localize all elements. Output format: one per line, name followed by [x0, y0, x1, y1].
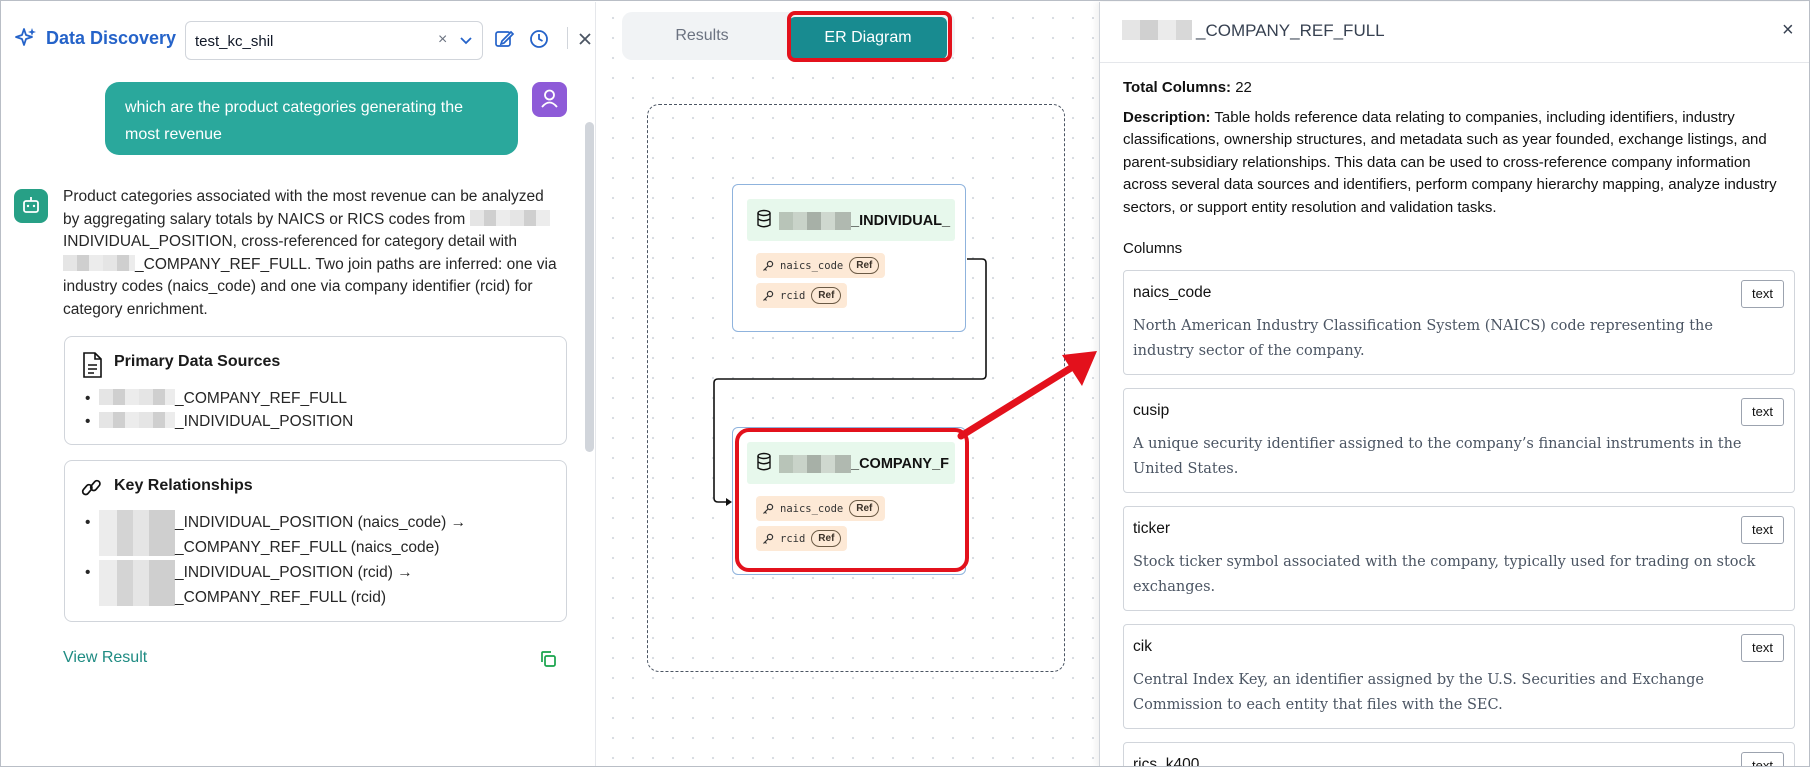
column-description: Stock ticker symbol associated with the … — [1133, 554, 1756, 595]
list-item: _INDIVIDUAL_POSITION — [85, 410, 353, 433]
table-details-panel: _COMPANY_REF_FULL × Total Columns: 22 De… — [1099, 2, 1809, 767]
database-icon — [757, 452, 771, 471]
ref-badge: Ref — [811, 287, 842, 304]
redacted-text — [779, 212, 851, 230]
project-select[interactable]: test_kc_shil × — [185, 21, 483, 60]
edit-icon[interactable] — [493, 28, 515, 50]
redacted-text — [779, 455, 851, 473]
column-description: A unique security identifier assigned to… — [1133, 436, 1742, 477]
assistant-avatar — [14, 189, 48, 223]
column-card[interactable]: ticker text Stock ticker symbol associat… — [1123, 506, 1795, 611]
entity-node[interactable]: _INDIVIDUAL_ naics_code Ref rcid Ref — [732, 184, 966, 332]
close-icon[interactable] — [574, 28, 596, 50]
chevron-down-icon[interactable] — [459, 33, 473, 47]
document-icon — [83, 352, 102, 378]
column-name: cik — [1133, 638, 1152, 655]
sparkles-icon — [15, 28, 36, 46]
link-icon — [81, 479, 101, 496]
column-type-badge: text — [1741, 752, 1784, 766]
database-icon — [757, 209, 771, 228]
column-card[interactable]: cusip text A unique security identifier … — [1123, 388, 1795, 493]
key-icon — [763, 533, 774, 544]
entity-column[interactable]: rcid Ref — [756, 283, 848, 308]
key-relationships-card: Key Relationships _INDIVIDUAL_POSITION (… — [64, 460, 567, 622]
column-type-badge: text — [1741, 398, 1784, 426]
clear-icon[interactable]: × — [438, 31, 447, 49]
redacted-text — [469, 209, 550, 226]
list-item: _INDIVIDUAL_POSITION (rcid) →_COMPANY_RE… — [85, 560, 555, 610]
toolbar-divider — [567, 27, 568, 49]
entity-column[interactable]: naics_code Ref — [756, 496, 886, 521]
relationship-list: _INDIVIDUAL_POSITION (naics_code) →_COMP… — [85, 510, 555, 610]
user-message: which are the product categories generat… — [105, 82, 518, 155]
user-icon — [541, 89, 558, 108]
table-description: Description: Table holds reference data … — [1123, 108, 1777, 216]
column-description: Central Index Key, an identifier assigne… — [1133, 672, 1704, 713]
redacted-text — [99, 412, 175, 428]
chat-toolbar: Data Discovery test_kc_shil × — [2, 2, 596, 74]
project-select-value: test_kc_shil — [195, 33, 274, 50]
column-type-badge: text — [1741, 634, 1784, 662]
entity-header: _INDIVIDUAL_ — [747, 199, 955, 241]
column-type-badge: text — [1741, 280, 1784, 308]
card-title: Primary Data Sources — [114, 353, 281, 370]
key-icon — [763, 260, 774, 271]
entity-name: _COMPANY_F — [851, 456, 950, 472]
column-name: rics_k400 — [1133, 756, 1200, 767]
ref-badge: Ref — [811, 530, 842, 547]
column-description: North American Industry Classification S… — [1133, 318, 1713, 359]
redacted-text — [99, 389, 175, 405]
entity-node[interactable]: _COMPANY_F naics_code Ref rcid Ref — [732, 427, 966, 575]
details-summary: Total Columns: 22 Description: Table hol… — [1123, 77, 1793, 219]
total-columns: Total Columns: 22 — [1123, 79, 1252, 96]
app-frame: Data Discovery test_kc_shil × which are … — [0, 0, 1810, 767]
details-title: _COMPANY_REF_FULL — [1196, 21, 1385, 40]
card-title: Key Relationships — [114, 477, 253, 494]
column-name: ticker — [1133, 520, 1171, 537]
user-avatar — [532, 82, 567, 117]
column-card[interactable]: rics_k400 text — [1123, 742, 1795, 767]
key-icon — [763, 503, 774, 514]
source-list: _COMPANY_REF_FULL _INDIVIDUAL_POSITION — [85, 387, 353, 433]
column-name: cusip — [1133, 402, 1170, 419]
app-title: Data Discovery — [46, 27, 177, 48]
tab-results[interactable]: Results — [622, 12, 782, 60]
entity-column[interactable]: rcid Ref — [756, 526, 848, 551]
redacted-text — [1122, 20, 1192, 40]
column-name: naics_code — [1133, 284, 1212, 301]
close-icon[interactable]: × — [1782, 19, 1794, 42]
column-type-badge: text — [1741, 516, 1784, 544]
redacted-text — [99, 560, 175, 606]
entity-header: _COMPANY_F — [747, 442, 955, 484]
ref-badge: Ref — [849, 257, 880, 274]
chat-panel: Data Discovery test_kc_shil × which are … — [2, 2, 596, 766]
answer-text-2: INDIVIDUAL_POSITION, cross-referenced fo… — [63, 233, 517, 250]
entity-name: _INDIVIDUAL_ — [851, 213, 951, 229]
brand: Data Discovery — [14, 26, 176, 50]
column-card[interactable]: cik text Central Index Key, an identifie… — [1123, 624, 1795, 729]
copy-icon[interactable] — [538, 649, 558, 669]
entity-column[interactable]: naics_code Ref — [756, 253, 886, 278]
list-item: _COMPANY_REF_FULL — [85, 387, 353, 410]
answer-text-3: _COMPANY_REF_FULL. Two join paths are in… — [63, 255, 557, 318]
bot-icon — [23, 197, 39, 213]
view-result-link[interactable]: View Result — [63, 649, 147, 667]
redacted-text — [63, 254, 135, 271]
history-icon[interactable] — [528, 28, 550, 50]
redacted-text — [99, 510, 175, 556]
list-item: _INDIVIDUAL_POSITION (naics_code) →_COMP… — [85, 510, 555, 560]
column-card[interactable]: naics_code text North American Industry … — [1123, 270, 1795, 375]
columns-heading: Columns — [1123, 240, 1183, 257]
ref-badge: Ref — [849, 500, 880, 517]
chat-scrollbar[interactable] — [585, 122, 594, 452]
key-icon — [763, 290, 774, 301]
primary-data-sources-card: Primary Data Sources _COMPANY_REF_FULL _… — [64, 336, 567, 445]
annotation-highlight — [787, 11, 952, 62]
details-header: _COMPANY_REF_FULL × — [1100, 2, 1809, 63]
assistant-answer: Product categories associated with the m… — [63, 186, 563, 321]
